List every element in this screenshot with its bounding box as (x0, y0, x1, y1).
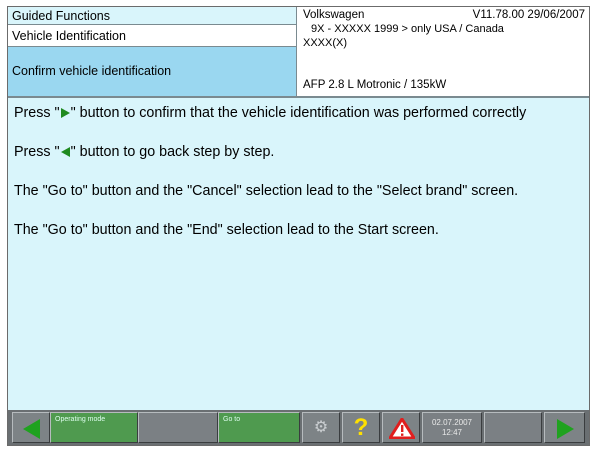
goto-button[interactable]: Go to (218, 412, 300, 443)
instruction-confirm: Press " " button to confirm that the vehi… (14, 104, 583, 123)
warning-icon (389, 418, 415, 439)
next-button[interactable] (544, 412, 585, 443)
instruction-end: The "Go to" button and the "End" selecti… (14, 222, 439, 238)
instruction-back-pre: Press " (14, 144, 60, 160)
play-left-icon (60, 147, 70, 158)
date-label: 02.07.2007 (431, 418, 473, 427)
warning-button[interactable] (382, 412, 420, 443)
vehicle-info: Volkswagen V11.78.00 29/06/2007 9X - XXX… (297, 7, 589, 96)
instruction-confirm-pre: Press " (14, 105, 60, 121)
wrench-icon: ⚙ (313, 419, 329, 436)
arrow-right-icon (557, 419, 574, 439)
step-title: Confirm vehicle identification (8, 47, 296, 96)
tools-button[interactable]: ⚙ (302, 412, 340, 443)
instruction-back: Press " " button to go back step by step. (14, 143, 583, 162)
brand-label: Volkswagen (303, 9, 365, 21)
engine-label: AFP 2.8 L Motronic / 135kW (303, 79, 447, 91)
instruction-cancel: The "Go to" button and the "Cancel" sele… (14, 183, 519, 199)
toolbar-blank-slot (138, 412, 218, 443)
instruction-back-post: " button to go back step by step. (70, 144, 275, 160)
diagnostic-window: Guided Functions Vehicle Identification … (7, 6, 590, 446)
question-mark-icon: ? (353, 414, 369, 441)
instruction-confirm-post: " button to confirm that the vehicle ide… (70, 105, 527, 121)
arrow-left-icon (23, 419, 40, 439)
model-line: 9X - XXXXX 1999 > only USA / Canada (311, 23, 504, 35)
subsection-title: Vehicle Identification (8, 25, 296, 47)
header: Guided Functions Vehicle Identification … (8, 7, 589, 96)
bottom-toolbar: Operating mode Go to ⚙ ? 02.07.2007 12:4… (8, 410, 589, 445)
operating-mode-button[interactable]: Operating mode (50, 412, 138, 443)
time-label: 12:47 (441, 428, 463, 437)
help-button[interactable]: ? (342, 412, 380, 443)
model-code: XXXX(X) (303, 37, 348, 49)
toolbar-blank-slot-2 (484, 412, 542, 443)
back-button[interactable] (12, 412, 50, 443)
version-label: V11.78.00 29/06/2007 (472, 9, 585, 21)
section-title: Guided Functions (8, 7, 296, 25)
header-left: Guided Functions Vehicle Identification … (8, 7, 297, 96)
instructions: Press " " button to confirm that the vehi… (8, 98, 589, 410)
play-right-icon (60, 108, 70, 119)
datetime-display: 02.07.2007 12:47 (422, 412, 482, 443)
